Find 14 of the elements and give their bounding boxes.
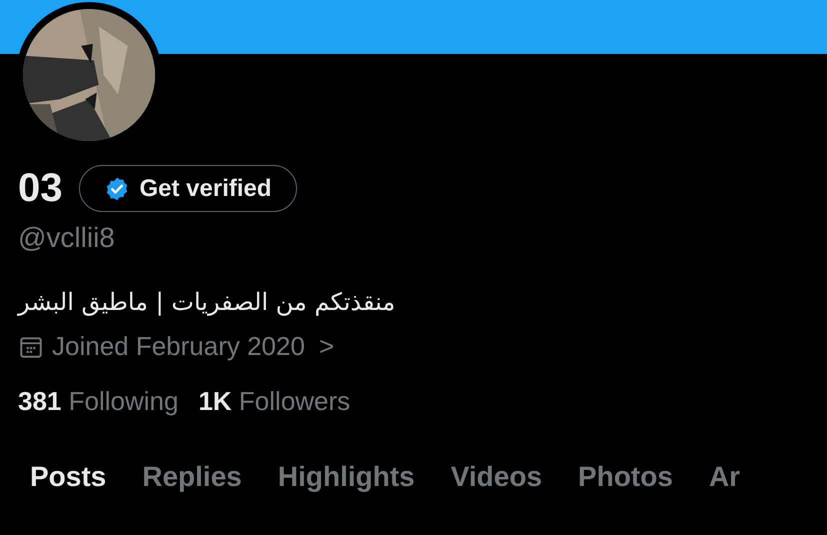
profile-tab[interactable]: Photos (578, 461, 681, 493)
get-verified-button[interactable]: Get verified (78, 165, 297, 212)
profile-handle: @vcllii8 (17, 222, 115, 254)
follow-stat-link[interactable]: 1K Followers (198, 386, 350, 417)
profile-tab[interactable]: Highlights (278, 461, 423, 493)
profile-bio: منقذتكم من الصفريات | ماطيق البشر (16, 288, 396, 316)
follow-stat-link[interactable]: 381 Following (18, 386, 178, 417)
profile-tab[interactable]: Posts (30, 461, 114, 493)
chevron[interactable]: > (318, 331, 334, 362)
profile-tab[interactable]: Videos (450, 461, 550, 493)
profile-name: 03 (17, 166, 62, 211)
join-date: Joined February 2020 (52, 331, 305, 362)
profile-tab[interactable]: Replies (142, 461, 250, 493)
profile-tab[interactable]: Ar (708, 461, 748, 493)
